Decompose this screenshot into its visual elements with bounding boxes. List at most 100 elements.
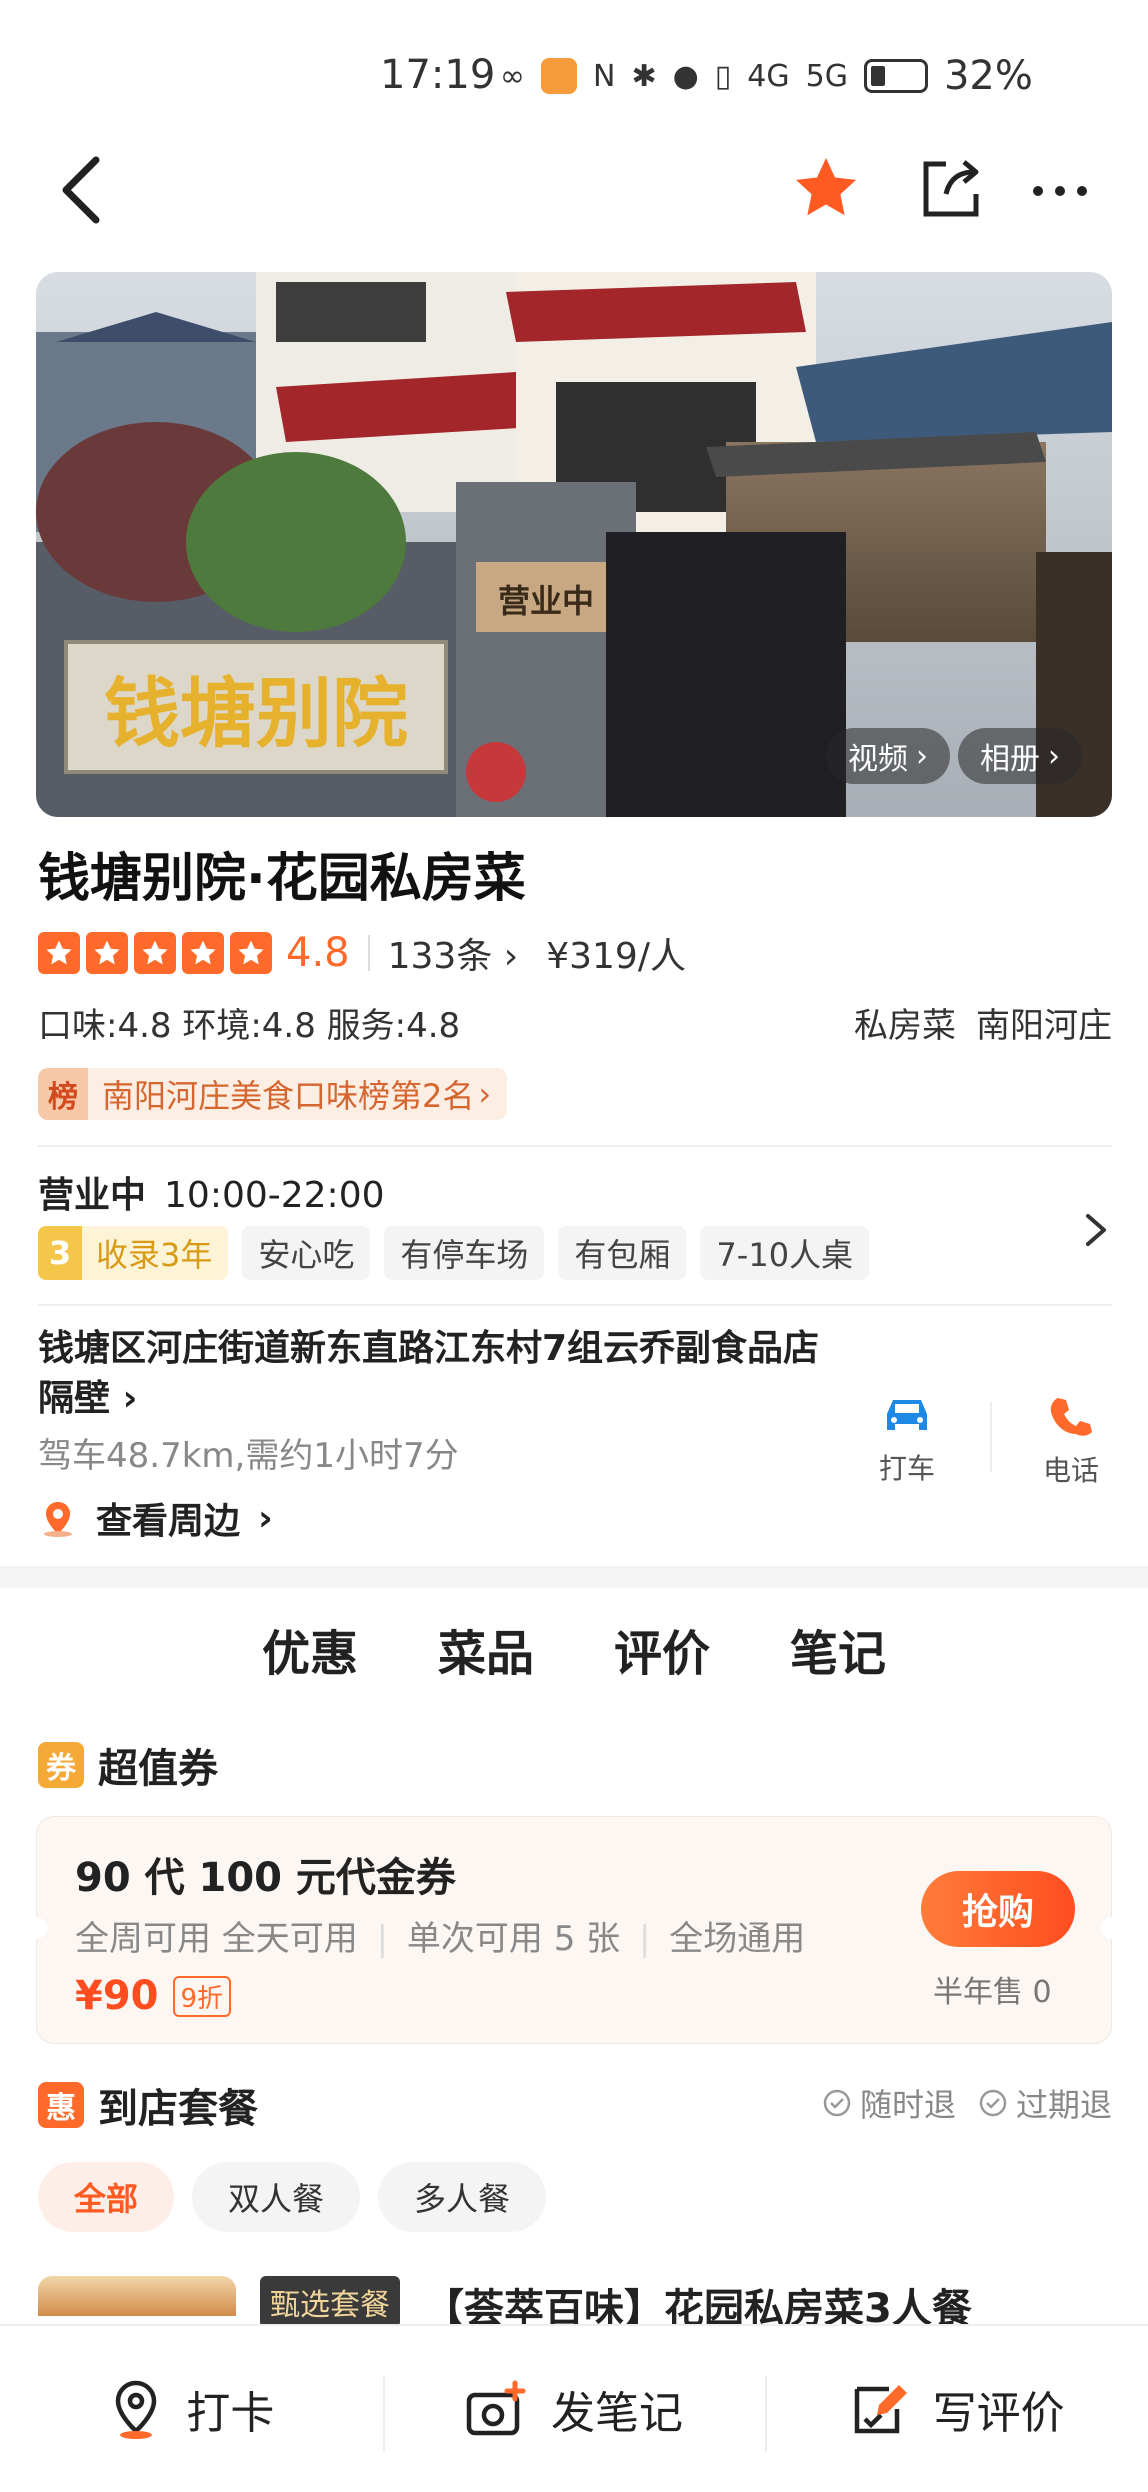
car-icon [887,1400,927,1430]
write-review-label: 写评价 [932,2388,1065,2439]
video-button[interactable]: 视频 › [826,728,950,784]
chevron-right-icon: › [503,936,519,977]
album-button[interactable]: 相册 › [958,728,1082,784]
chevron-right-icon: › [478,1075,492,1113]
deal-badge-icon: 惠 [38,2082,84,2128]
tab-notes[interactable]: 笔记 [790,1614,886,1694]
voucher-conditions: 全周可用 全天可用 | 单次可用 5 张 | 全场通用 [75,1919,806,1959]
link-icon: ∞ [500,58,525,94]
taxi-button[interactable]: 打车 [862,1392,952,1487]
battery-icon [863,59,928,93]
vibrate-icon: ▯ [714,58,732,94]
bottom-action-bar: 打卡 发笔记 写评价 [0,2324,1148,2492]
nearby-label: 查看周边 [96,1501,241,1542]
set-meal-section-header: 惠 到店套餐 [38,2076,258,2134]
phone-icon [1050,1398,1092,1436]
star-icon [38,932,80,974]
share-button[interactable] [918,154,984,220]
coupon-section-header: 券 超值券 [38,1736,218,1794]
set-meal-section-title: 到店套餐 [98,2086,258,2132]
divider [38,1304,1112,1306]
more-icon [1033,186,1087,196]
status-bar: 17:19 ∞ N ✱ ● ▯ 4G 5G 32% [0,0,1148,130]
write-review-button[interactable]: 写评价 [765,2326,1148,2492]
rating-score: 4.8 [286,930,350,976]
meal-tag: 甄选套餐 [260,2276,400,2328]
voucher-card[interactable]: 90 代 100 元代金券 全周可用 全天可用 | 单次可用 5 张 | 全场通… [25,1816,1123,2044]
star-rating [38,932,272,974]
check-circle-icon [823,2089,851,2117]
cuisine-tag: 私房菜 [854,1006,956,1046]
star-icon [182,932,224,974]
edit-review-icon [854,2385,907,2434]
favorite-button[interactable] [790,152,862,224]
chevron-right-icon: › [1048,738,1060,774]
area-tag: 南阳河庄 [976,1006,1112,1046]
tab-reviews[interactable]: 评价 [614,1614,710,1694]
coupon-badge-icon: 券 [38,1742,84,1788]
hero-sign-text: 钱塘别院 [104,669,408,758]
refund-expired: 过期退 [978,2080,1112,2126]
chevron-right-icon: › [122,1378,138,1419]
checkin-label: 打卡 [186,2388,275,2439]
checkin-button[interactable]: 打卡 [0,2326,383,2492]
post-note-button[interactable]: 发笔记 [382,2326,766,2492]
voucher-price-row: ¥90 9折 [75,1973,232,2019]
camera-plus-icon [466,2380,526,2436]
voucher-price: ¥90 [75,1973,159,2019]
category-tags: 私房菜 南阳河庄 [854,998,1112,1047]
phone-button[interactable]: 电话 [1026,1392,1116,1489]
back-button[interactable] [52,150,112,230]
feature-tag: 7-10人桌 [700,1226,870,1280]
reviews-count: 133条 [387,936,493,977]
hero-plaque-text: 营业中 [498,582,594,620]
filter-all[interactable]: 全部 [38,2162,175,2232]
business-hours[interactable]: 营业中 10:00-22:00 [38,1166,385,1218]
divider [990,1402,992,1472]
star-icon [796,158,856,216]
buy-voucher-button[interactable]: 抢购 [921,1871,1075,1947]
location-pin-icon [44,1502,72,1537]
address-link[interactable]: 钱塘区河庄街道新东直路江东村7组云乔副食品店隔壁 › [38,1324,838,1424]
feature-tags: 3 收录3年 安心吃 有停车场 有包厢 7-10人桌 [38,1226,870,1280]
rank-pill[interactable]: 榜 南阳河庄美食口味榜第2名 › [38,1068,508,1120]
hours-detail-chevron-icon[interactable] [1082,1210,1110,1250]
video-label: 视频 [848,742,908,777]
meal-filters: 全部 双人餐 多人餐 [38,2162,547,2232]
content-tabs: 优惠 菜品 评价 笔记 [0,1614,1148,1694]
hero-image[interactable]: 钱塘别院 营业中 视频 › 相册 › [36,272,1112,817]
signal-4g-icon: 4G [747,58,790,94]
filter-two-person[interactable]: 双人餐 [192,2162,361,2232]
refund-anytime-label: 随时退 [859,2086,956,2124]
voucher-condition: 全场通用 [669,1919,806,1959]
share-icon [923,160,979,217]
phone-label: 电话 [1042,1454,1099,1487]
section-separator [0,1566,1148,1588]
reviews-link[interactable]: 133条 › [388,927,519,979]
feature-tag: 有停车场 [384,1226,545,1280]
nearby-link[interactable]: 查看周边 › [38,1492,273,1544]
tab-offers[interactable]: 优惠 [261,1614,358,1694]
card-notch [25,1917,47,1939]
voucher-sold-count: 半年售 0 [933,1975,1052,2010]
star-icon [134,932,176,974]
feature-tag: 有包厢 [558,1226,687,1280]
voucher-title: 90 代 100 元代金券 [75,1855,456,1901]
star-icon [230,932,272,974]
signal-5g-icon: 5G [805,58,848,94]
card-notch [1101,1917,1123,1939]
voucher-discount: 9折 [172,1975,232,2017]
voucher-condition: 全周可用 全天可用 [75,1919,358,1959]
sub-scores: 口味:4.8 环境:4.8 服务:4.8 [38,1006,461,1046]
coupon-section-title: 超值券 [98,1746,218,1792]
status-icons: ∞ N ✱ ● ▯ 4G 5G 32% [500,52,1033,100]
restaurant-photo: 钱塘别院 营业中 [36,272,1112,817]
years-tag: 3 收录3年 [38,1226,229,1280]
open-time: 10:00-22:00 [164,1175,385,1216]
rank-text: 南阳河庄美食口味榜第2名 [102,1077,475,1115]
taxi-label: 打车 [878,1452,935,1485]
tab-dishes[interactable]: 菜品 [438,1614,534,1694]
more-button[interactable] [1030,176,1090,206]
location-pin-outline-icon [116,2380,157,2439]
filter-multi-person[interactable]: 多人餐 [378,2162,547,2232]
